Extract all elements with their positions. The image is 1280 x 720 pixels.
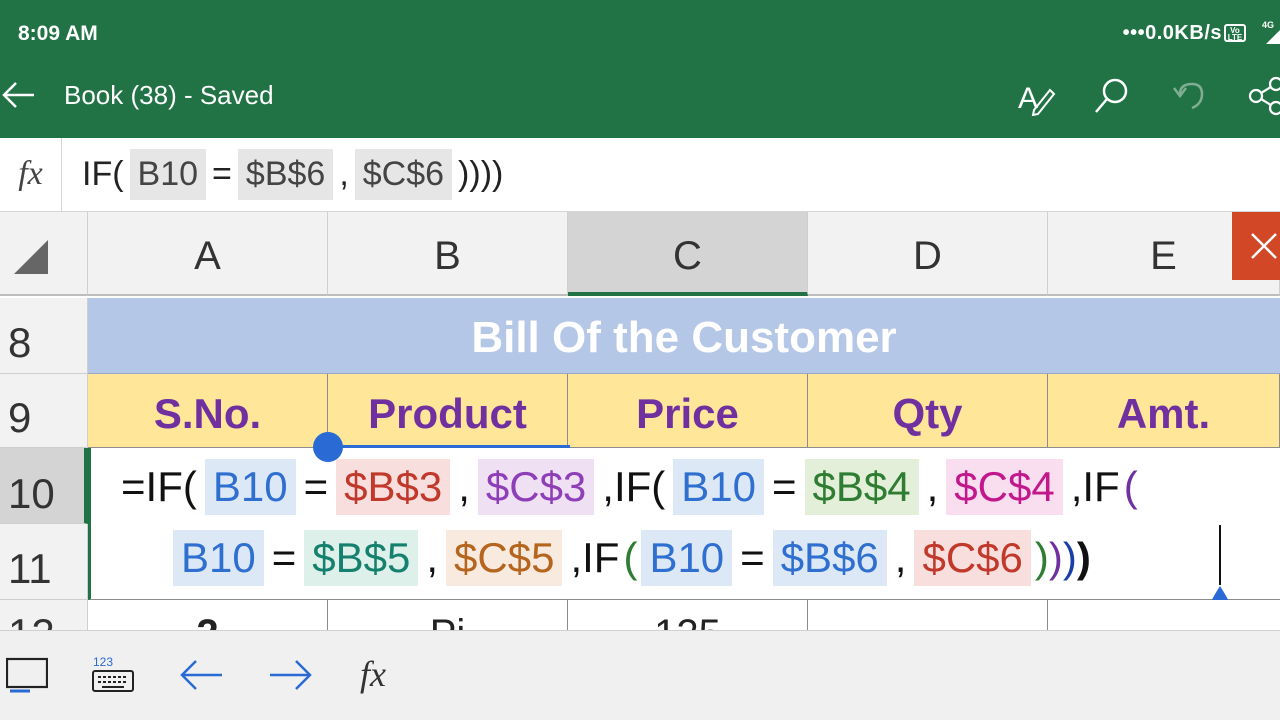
formula-operator: , <box>926 463 939 510</box>
formula-suffix: )))) <box>458 154 504 193</box>
cell-entry-icon[interactable] <box>6 655 48 695</box>
keyboard-icon[interactable]: 123 <box>92 655 134 695</box>
close-icon[interactable] <box>1232 212 1280 280</box>
row-header-8[interactable]: 8 <box>0 298 88 374</box>
arrow-right-icon[interactable] <box>268 655 312 695</box>
formula-paren: ( <box>1123 463 1138 510</box>
fx-icon[interactable]: fx <box>0 138 62 212</box>
selection-range-line <box>330 445 570 448</box>
formula-token: B10 <box>204 459 296 515</box>
formula-token: $C$5 <box>446 530 563 586</box>
formula-operator: , <box>894 534 907 581</box>
formula-eq: = <box>212 154 232 193</box>
formula-operator: , <box>426 534 439 581</box>
formula-token: $C$6 <box>914 530 1031 586</box>
row-header-9[interactable]: 9 <box>0 374 88 448</box>
formula-ref-b6: $B$6 <box>237 148 334 200</box>
formula-operator: = <box>271 534 297 581</box>
status-time: 8:09 AM <box>18 22 98 45</box>
formula-ref-c6: $C$6 <box>354 148 453 200</box>
header-cell-sno[interactable]: S.No. <box>88 374 328 448</box>
title-bar: Book (38) - Saved A <box>0 64 1280 138</box>
formula-bar[interactable]: fx IF( B10 = $B$6 , $C$6 )))) <box>0 138 1280 212</box>
header-cell-product[interactable]: Product <box>328 374 568 448</box>
row-header-10[interactable]: 10 <box>0 448 88 524</box>
keyboard-label: 123 <box>93 655 113 669</box>
cell-d12[interactable] <box>808 600 1048 632</box>
column-header-b[interactable]: B <box>328 212 568 296</box>
status-bar: 8:09 AM •••0.0KB/s Vo LTE 4G <box>0 0 1280 64</box>
formula-token: $B$6 <box>772 530 887 586</box>
header-cell-price[interactable]: Price <box>568 374 808 448</box>
formula-token: $B$3 <box>336 459 451 515</box>
formula-token: $B$5 <box>304 530 419 586</box>
arrow-left-icon[interactable] <box>180 655 224 695</box>
formula-paren: ) <box>1062 534 1077 581</box>
network-speed: •••0.0KB/s <box>1122 22 1222 44</box>
formula-token: $C$3 <box>477 459 595 515</box>
formula-operator: , <box>458 463 470 510</box>
document-title: Book (38) - Saved <box>64 80 274 110</box>
network-type: 4G <box>1261 20 1274 30</box>
formula-operator: = <box>740 534 765 581</box>
column-header-a[interactable]: A <box>88 212 328 296</box>
formula-token: $C$4 <box>946 459 1063 515</box>
formula-operator: ,IF <box>570 534 620 581</box>
formula-token: $B$4 <box>804 459 919 515</box>
header-cell-qty[interactable]: Qty <box>808 374 1048 448</box>
formula-bar-text[interactable]: IF( B10 = $B$6 , $C$6 )))) <box>80 142 505 206</box>
cell-e12[interactable] <box>1048 600 1280 632</box>
column-header-c[interactable]: C <box>568 212 808 296</box>
formula-prefix: IF( <box>82 154 124 193</box>
back-arrow-icon[interactable] <box>0 78 40 112</box>
header-cell-amt[interactable]: Amt. <box>1048 374 1280 448</box>
formula-comma: , <box>339 154 349 193</box>
formula-paren: ) <box>1076 534 1091 581</box>
formula-paren: ( <box>623 534 638 581</box>
formula-operator: ,IF <box>1070 463 1120 510</box>
formula-token: B10 <box>673 459 764 515</box>
insert-function-icon[interactable]: fx <box>360 653 386 694</box>
formula-token: B10 <box>173 530 264 586</box>
select-all-triangle-icon <box>14 240 48 274</box>
row-header-12[interactable]: 12 <box>0 600 88 632</box>
cell-c12[interactable]: 125 <box>568 600 808 632</box>
signal-icon <box>1266 30 1280 44</box>
pen-icon[interactable]: A <box>1016 76 1056 116</box>
cell-a12[interactable]: 2 <box>88 600 328 632</box>
formula-operator: =IF( <box>121 463 197 510</box>
selection-handle-start[interactable] <box>313 432 343 462</box>
share-icon[interactable] <box>1246 76 1280 116</box>
formula-edit-line-2: B10 = $B$5, $C$5 ,IF(B10 = $B$6, $C$6)))) <box>169 525 1091 591</box>
formula-operator: = <box>772 463 797 510</box>
undo-icon[interactable] <box>1170 76 1210 116</box>
bottom-toolbar: 123 fx <box>0 630 1280 720</box>
formula-token: B10 <box>641 530 733 586</box>
row-header-11[interactable]: 11 <box>0 524 88 600</box>
formula-operator: = <box>303 463 329 510</box>
formula-ref-b10: B10 <box>129 148 207 200</box>
formula-paren: ) <box>1034 534 1049 581</box>
formula-operator: ,IF( <box>602 463 666 510</box>
volte-badge: Vo LTE <box>1224 24 1246 42</box>
formula-edit-line-1: =IF(B10 = $B$3, $C$3 ,IF(B10 = $B$4, $C$4 ,IF( <box>117 454 1138 520</box>
text-caret <box>1219 525 1221 585</box>
cell-edit-box[interactable]: =IF(B10 = $B$3, $C$3 ,IF(B10 = $B$4, $C$4 ,IF( B… <box>88 448 1280 600</box>
column-header-d[interactable]: D <box>808 212 1048 296</box>
select-all-corner[interactable] <box>0 212 88 296</box>
cell-b12[interactable]: Pi <box>328 600 568 632</box>
bill-title-cell[interactable]: Bill Of the Customer <box>88 298 1280 374</box>
formula-paren: ) <box>1048 534 1063 581</box>
search-icon[interactable] <box>1092 76 1132 116</box>
